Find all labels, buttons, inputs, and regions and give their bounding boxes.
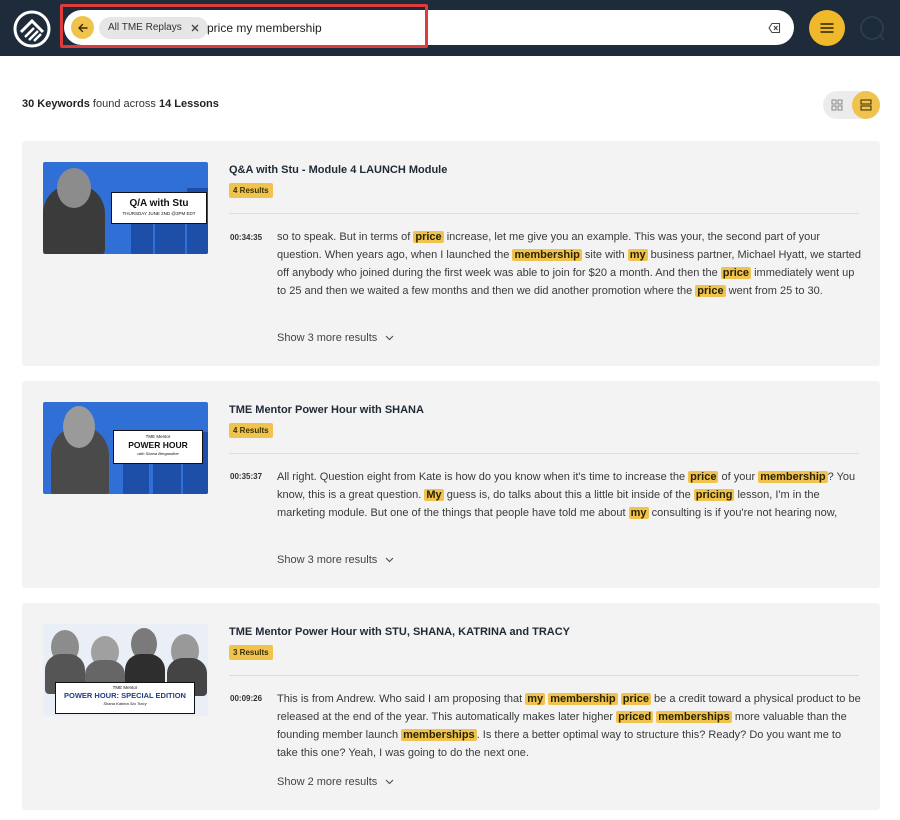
list-icon <box>860 99 872 111</box>
snippet-text: guess is, do talks about this a little b… <box>443 489 694 501</box>
result-card: TME Mentor POWER HOUR with Shana Bergand… <box>22 381 880 588</box>
grid-icon <box>831 99 843 111</box>
thumbnail-pretitle: TME Mentor <box>145 434 171 439</box>
chevron-down-icon <box>385 779 394 785</box>
keyword-highlight: price <box>688 471 719 483</box>
keyword-highlight: price <box>720 267 752 279</box>
keyword-highlight: memberships <box>656 711 732 723</box>
divider <box>229 675 859 676</box>
top-bar: All TME Replays <box>0 0 900 56</box>
transcript-snippet[interactable]: so to speak. But in terms of price incre… <box>277 228 862 300</box>
lesson-count: 14 Lessons <box>158 98 219 110</box>
keyword-highlight: my <box>525 693 546 705</box>
keyword-highlight: My <box>424 489 444 501</box>
lesson-title[interactable]: Q&A with Stu - Module 4 LAUNCH Module <box>229 164 447 176</box>
thumbnail-title: Q/A with Stu <box>129 198 189 209</box>
chevron-down-icon <box>385 335 394 341</box>
snippet-text: of your <box>718 471 759 483</box>
back-button[interactable] <box>71 16 94 39</box>
results-count-badge: 3 Results <box>229 645 273 660</box>
results-summary: 30 Keywords found across 14 Lessons <box>22 98 219 110</box>
results-count-badge: 4 Results <box>229 183 273 198</box>
scope-chip-label: All TME Replays <box>108 22 182 33</box>
lesson-title[interactable]: TME Mentor Power Hour with SHANA <box>229 404 424 416</box>
timestamp[interactable]: 00:35:37 <box>230 472 262 481</box>
show-more-button[interactable]: Show 3 more results <box>277 554 394 566</box>
scope-chip[interactable]: All TME Replays <box>99 17 208 39</box>
transcript-snippet[interactable]: This is from Andrew. Who said I am propo… <box>277 690 862 762</box>
snippet-text: consulting is if you're not hearing now, <box>648 507 838 519</box>
thumbnail-subtitle: Shana Katrina Stu Tracy <box>103 701 147 706</box>
timestamp[interactable]: 00:09:26 <box>230 694 262 703</box>
show-more-button[interactable]: Show 2 more results <box>277 776 394 788</box>
snippet-text: All right. Question eight from Kate is h… <box>277 471 689 483</box>
lesson-thumbnail[interactable]: TME Mentor POWER HOUR: SPECIAL EDITION S… <box>43 624 208 716</box>
hamburger-icon <box>820 23 834 33</box>
keyword-highlight: price <box>413 231 444 243</box>
snippet-text: site with <box>581 249 628 261</box>
thumbnail-title: POWER HOUR: SPECIAL EDITION <box>64 691 186 700</box>
thumbnail-subtitle: THURSDAY JUNE 2ND @3PM EDT <box>122 211 196 216</box>
keyword-highlight: my <box>628 507 649 519</box>
keyword-count: 30 Keywords <box>22 98 90 110</box>
show-more-button[interactable]: Show 3 more results <box>277 332 394 344</box>
clear-search-icon[interactable] <box>768 21 782 35</box>
user-icon[interactable] <box>858 14 886 42</box>
keyword-highlight: pricing <box>693 489 735 501</box>
thumbnail-subtitle: with Shana Bergandine <box>137 451 179 456</box>
show-more-label: Show 2 more results <box>277 776 378 788</box>
menu-button[interactable] <box>809 10 845 46</box>
divider <box>229 213 859 214</box>
keyword-highlight: price <box>620 693 651 705</box>
lesson-thumbnail[interactable]: Q/A with Stu THURSDAY JUNE 2ND @3PM EDT <box>43 162 208 254</box>
lesson-thumbnail[interactable]: TME Mentor POWER HOUR with Shana Bergand… <box>43 402 208 494</box>
snippet-text: so to speak. But in terms of <box>277 231 414 243</box>
thumbnail-pretitle: TME Mentor <box>112 685 138 690</box>
show-more-label: Show 3 more results <box>277 332 378 344</box>
transcript-snippet[interactable]: All right. Question eight from Kate is h… <box>277 468 862 522</box>
show-more-label: Show 3 more results <box>277 554 378 566</box>
snippet-text: went from 25 to 30. <box>725 285 823 297</box>
keyword-highlight: my <box>627 249 648 261</box>
thumbnail-title: POWER HOUR <box>128 440 188 450</box>
snippet-text: This is from Andrew. Who said I am propo… <box>277 693 526 705</box>
divider <box>229 453 859 454</box>
view-toggle <box>823 91 880 119</box>
logo-icon[interactable] <box>13 10 51 48</box>
result-card: TME Mentor POWER HOUR: SPECIAL EDITION S… <box>22 603 880 810</box>
chevron-down-icon <box>385 557 394 563</box>
result-card: Q/A with Stu THURSDAY JUNE 2ND @3PM EDT … <box>22 141 880 366</box>
summary-found-text: found across <box>89 98 159 110</box>
search-input[interactable] <box>207 18 747 38</box>
arrow-left-icon <box>77 23 88 32</box>
keyword-highlight: price <box>695 285 726 297</box>
search-bar: All TME Replays <box>64 10 794 45</box>
results-count-badge: 4 Results <box>229 423 273 438</box>
keyword-highlight: priced <box>616 711 654 723</box>
keyword-highlight: membership <box>512 249 582 261</box>
close-icon[interactable] <box>190 23 200 33</box>
keyword-highlight: membership <box>548 693 618 705</box>
grid-view-button[interactable] <box>823 91 851 119</box>
keyword-highlight: membership <box>758 471 828 483</box>
keyword-highlight: memberships <box>401 729 477 741</box>
lesson-title[interactable]: TME Mentor Power Hour with STU, SHANA, K… <box>229 626 570 638</box>
timestamp[interactable]: 00:34:35 <box>230 233 262 242</box>
list-view-button[interactable] <box>852 91 880 119</box>
